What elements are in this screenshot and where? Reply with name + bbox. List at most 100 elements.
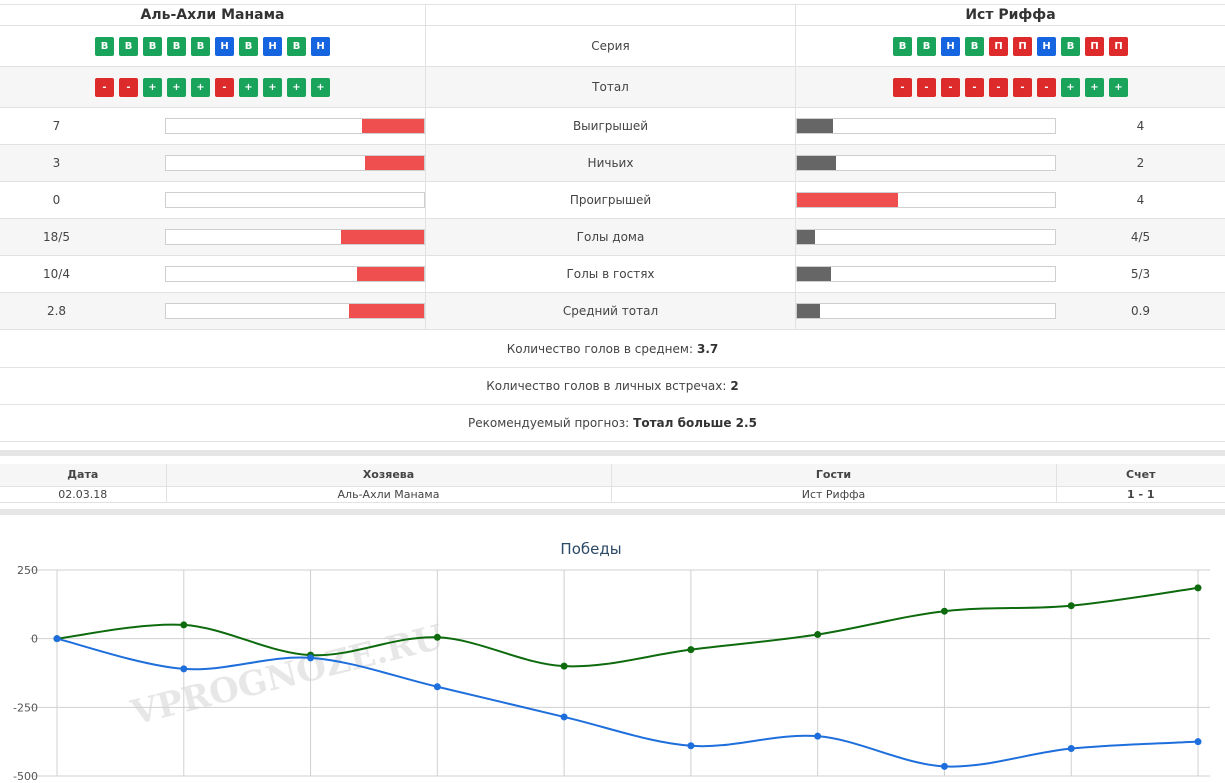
- away-total-badge: -: [965, 77, 984, 97]
- series-point-0: [433, 633, 441, 641]
- series-point-1: [1067, 745, 1075, 753]
- series-point-0: [180, 621, 188, 629]
- series-point-1: [53, 635, 61, 643]
- away-stat-bar-fill: [797, 304, 821, 318]
- home-total-badge: +: [311, 77, 330, 97]
- home-stat-bar: [165, 118, 425, 134]
- home-stat-value: 3: [52, 156, 61, 170]
- wins-chart-svg: Победы VPROGNOZE.RU 250 0 -250 -500: [13, 540, 1210, 783]
- h2h-table: Дата Хозяева Гости Счет 02.03.18 Аль-Ахл…: [0, 464, 1225, 503]
- avg-goals-value: 3.7: [697, 341, 719, 356]
- home-stat-bar-fill: [341, 230, 424, 244]
- home-stat-bar-fill: [364, 156, 424, 170]
- series-point-0: [1067, 602, 1075, 610]
- stat-label: Проигрышей: [569, 193, 652, 207]
- stat-label: Ничьих: [587, 156, 634, 170]
- home-series-badge: В: [167, 36, 186, 56]
- forecast-label: Рекомендуемый прогноз:: [468, 416, 630, 430]
- away-series-badge: В: [893, 36, 912, 56]
- h2h-header-away: Гости: [611, 464, 1057, 487]
- series-point-1: [940, 762, 948, 770]
- h2h-goals-value: 2: [730, 379, 739, 393]
- forecast-row: Рекомендуемый прогноз: Тотал больше 2.5: [0, 405, 1225, 442]
- away-series-badge: В: [1061, 36, 1080, 56]
- wins-chart: Победы VPROGNOZE.RU 250 0 -250 -500: [0, 516, 1225, 783]
- stat-label: Голы дома: [576, 230, 645, 244]
- stat-label: Выигрышей: [572, 119, 649, 133]
- home-total-badge: -: [95, 77, 114, 97]
- avg-goals-row: Количество голов в среднем: 3.7: [0, 330, 1225, 368]
- away-series-badge: П: [1085, 36, 1104, 56]
- home-stat-bar: [165, 266, 425, 282]
- y-tick-label: -250: [13, 701, 38, 714]
- away-stat-bar-fill: [797, 156, 836, 170]
- away-stat-bar: [796, 266, 1056, 282]
- away-stat-bar: [796, 155, 1056, 171]
- home-total-badges: - - + + + - + + + +: [95, 77, 330, 97]
- series-point-0: [687, 646, 695, 654]
- away-team-name[interactable]: Ист Риффа: [965, 7, 1055, 23]
- series-point-1: [814, 732, 822, 740]
- h2h-date: 02.03.18: [0, 486, 167, 503]
- series-point-1: [180, 665, 188, 673]
- series-line-0: [56, 586, 1199, 668]
- away-total-badge: +: [1109, 77, 1128, 97]
- h2h-header-home: Хозяева: [166, 464, 612, 487]
- away-total-badge: -: [893, 77, 912, 97]
- team-comparison-table: Аль-Ахли Манама Ист Риффа ВВВВВНВНВН Сер…: [0, 4, 1225, 515]
- home-team-name[interactable]: Аль-Ахли Манама: [141, 7, 285, 23]
- stat-row: 18/5 Голы дома 4/5: [0, 219, 1225, 256]
- h2h-header-date: Дата: [0, 464, 167, 487]
- away-stat-bar: [796, 192, 1056, 208]
- series-point-1: [560, 713, 568, 721]
- home-total-badge: -: [215, 77, 234, 97]
- away-total-badge: -: [1037, 77, 1056, 97]
- home-stat-value: 7: [52, 119, 61, 133]
- series-point-1: [1194, 738, 1202, 746]
- series-point-1: [687, 742, 695, 750]
- h2h-goals-label: Количество голов в личных встречах:: [486, 379, 727, 393]
- home-total-badge: +: [143, 77, 162, 97]
- home-series-badge: Н: [263, 36, 282, 56]
- stat-label: Средний тотал: [562, 304, 659, 318]
- home-series-badge: В: [239, 36, 258, 56]
- away-stat-value: 4: [1136, 193, 1145, 207]
- away-total-badge: -: [941, 77, 960, 97]
- away-series-badge: Н: [941, 36, 960, 56]
- y-tick-label: 0: [31, 633, 38, 646]
- stat-row: 2.8 Средний тотал 0.9: [0, 293, 1225, 330]
- away-stat-value: 4: [1136, 119, 1145, 133]
- h2h-header-row: Дата Хозяева Гости Счет: [0, 464, 1225, 487]
- away-series-badge: П: [989, 36, 1008, 56]
- home-stat-bar: [165, 155, 425, 171]
- teams-header-row: Аль-Ахли Манама Ист Риффа: [0, 5, 1225, 26]
- home-series-badge: Н: [215, 36, 234, 56]
- home-stat-bar: [165, 192, 425, 208]
- home-total-badge: -: [119, 77, 138, 97]
- away-stat-bar: [796, 229, 1056, 245]
- home-series-badge: В: [95, 36, 114, 56]
- stat-row: 3 Ничьих 2: [0, 145, 1225, 182]
- away-total-badge: -: [989, 77, 1008, 97]
- home-total-badge: +: [263, 77, 282, 97]
- home-total-badge: +: [167, 77, 186, 97]
- series-point-1: [433, 683, 441, 691]
- stat-label: Голы в гостях: [566, 267, 655, 281]
- table-row[interactable]: 02.03.18 Аль-Ахли Манама Ист Риффа 1 - 1: [0, 486, 1225, 503]
- h2h-score: 1 - 1: [1056, 486, 1225, 503]
- series-point-0: [560, 662, 568, 670]
- away-series-badge: В: [917, 36, 936, 56]
- stat-row: 7 Выигрышей 4: [0, 108, 1225, 145]
- stat-row: 0 Проигрышей 4: [0, 182, 1225, 219]
- watermark: VPROGNOZE.RU: [126, 617, 447, 733]
- away-stat-value: 0.9: [1130, 304, 1151, 318]
- h2h-away: Ист Риффа: [611, 486, 1057, 503]
- forecast-value: Тотал больше 2.5: [633, 416, 757, 430]
- home-stat-bar: [165, 303, 425, 319]
- away-stat-bar-fill: [797, 267, 831, 281]
- stat-rows: 7 Выигрышей 4 3 Ничьих 2 0 Проигрышей 4 18/5 Голы …: [0, 108, 1225, 330]
- home-series-badge: Н: [311, 36, 330, 56]
- home-stat-bar-fill: [356, 267, 424, 281]
- series-row: ВВВВВНВНВН Серия ВВНВППНВПП: [0, 26, 1225, 67]
- away-stat-bar: [796, 303, 1056, 319]
